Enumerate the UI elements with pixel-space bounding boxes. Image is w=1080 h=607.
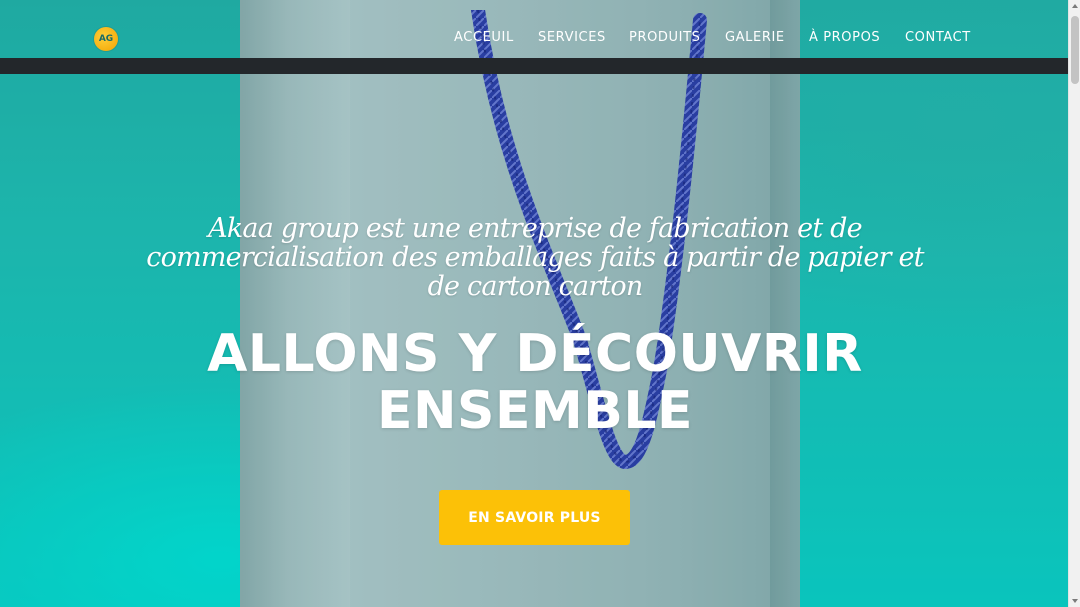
hero-subtitle: Akaa group est une entreprise de fabrica… [120,214,950,301]
hero-headline-line-1: ALLONS Y DÉCOUVRIR [207,324,863,384]
scrollbar-thumb[interactable] [1071,16,1079,84]
site-header: AG ACCEUIL SERVICES PRODUITS GALERIE À P… [0,0,1068,58]
nav-services[interactable]: SERVICES [538,30,606,45]
logo-text: AG [98,34,114,44]
scroll-up-arrow-icon[interactable] [1072,4,1078,8]
nav-contact[interactable]: CONTACT [905,30,971,45]
company-logo-icon[interactable]: AG [94,27,118,51]
hero-subtitle-line-3: de carton carton [427,271,644,302]
scroll-down-arrow-icon[interactable] [1072,599,1078,603]
page-scrollbar[interactable] [1068,0,1080,607]
hero-headline: ALLONS Y DÉCOUVRIR ENSEMBLE [120,326,950,440]
nav-produits[interactable]: PRODUITS [629,30,700,45]
nav-a-propos[interactable]: À PROPOS [809,30,880,45]
hero-subtitle-line-1: Akaa group est une entreprise de fabrica… [208,213,862,244]
hero-subtitle-line-2: commercialisation des emballages faits à… [146,242,924,273]
hero-headline-line-2: ENSEMBLE [376,381,694,441]
nav-galerie[interactable]: GALERIE [725,30,785,45]
header-dark-strip [0,58,1068,74]
learn-more-button[interactable]: EN SAVOIR PLUS [439,490,630,545]
nav-accueil[interactable]: ACCEUIL [454,30,514,45]
